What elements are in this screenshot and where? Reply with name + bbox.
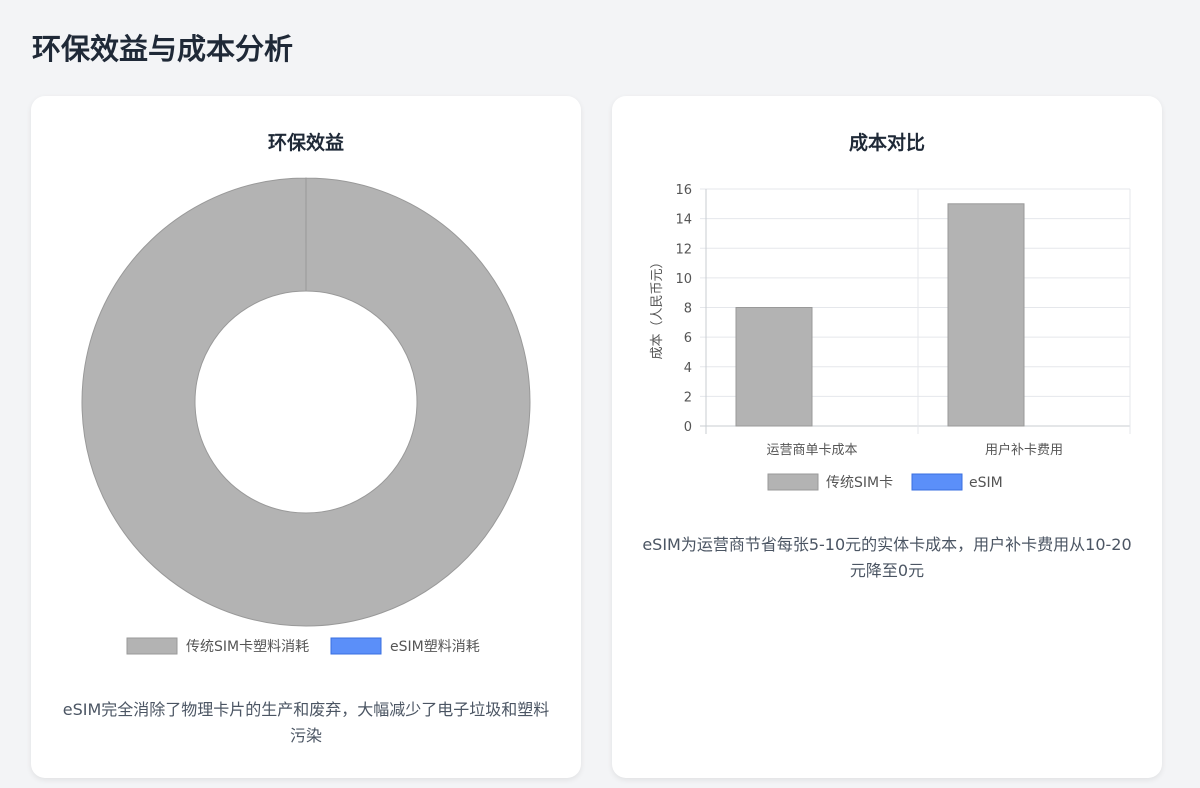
bar-traditional-sim-0[interactable]	[735, 307, 813, 427]
x-category-label: 运营商单卡成本	[766, 443, 857, 458]
y-tick-label: 14	[675, 213, 692, 228]
cost-card: 成本对比 0 2 4 6 8 10 12 14 16 运营商单卡成本 用户补卡费用 成本（人民币元） …	[612, 96, 1162, 778]
doughnut-chart: 传统SIM卡塑料消耗 eSIM塑料消耗	[81, 177, 531, 655]
cost-description: eSIM为运营商节省每张5-10元的实体卡成本，用户补卡费用从10-20元降至0…	[642, 535, 1132, 580]
bar-legend-swatch-traditional-sim[interactable]	[767, 473, 819, 491]
y-tick-label: 6	[684, 331, 692, 346]
y-tick-label: 12	[675, 242, 692, 257]
environment-card: 环保效益 传统SIM卡塑料消耗 eSIM塑料消耗 eSIM完全消除了物理卡片的生产…	[31, 96, 581, 778]
y-tick-label: 10	[675, 272, 692, 287]
y-tick-label: 0	[684, 420, 692, 435]
y-tick-label: 8	[684, 302, 692, 317]
bar-traditional-sim-1[interactable]	[947, 203, 1025, 427]
bar-legend-label-traditional-sim: 传统SIM卡	[826, 475, 893, 491]
x-category-label: 用户补卡费用	[985, 442, 1063, 458]
bar-chart: 0 2 4 6 8 10 12 14 16 运营商单卡成本 用户补卡费用 成本（人民币元） 传统SIM…	[650, 183, 1131, 491]
y-axis-label: 成本（人民币元）	[650, 255, 665, 359]
page-title: 环保效益与成本分析	[32, 32, 294, 66]
environment-description: eSIM完全消除了物理卡片的生产和废弃，大幅减少了电子垃圾和塑料污染	[62, 700, 550, 745]
doughnut-legend-label-traditional-sim: 传统SIM卡塑料消耗	[186, 639, 309, 655]
bar-legend-swatch-esim[interactable]	[911, 473, 963, 491]
y-tick-label: 4	[684, 361, 692, 376]
doughnut-legend-label-esim: eSIM塑料消耗	[390, 639, 480, 655]
y-tick-label: 16	[675, 183, 692, 198]
bar-legend-label-esim: eSIM	[969, 475, 1003, 491]
y-tick-label: 2	[684, 390, 692, 405]
doughnut-legend-swatch-esim[interactable]	[330, 637, 382, 655]
doughnut-legend-swatch-traditional-sim[interactable]	[126, 637, 178, 655]
